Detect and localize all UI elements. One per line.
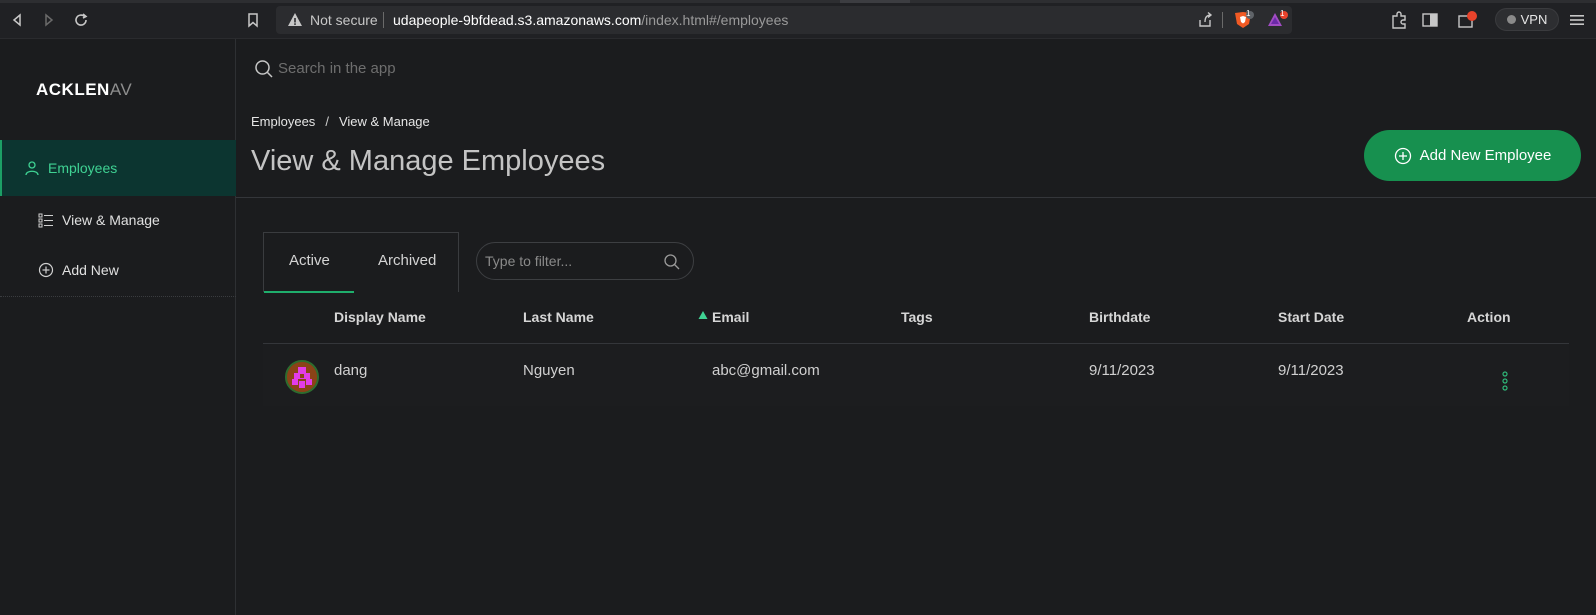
filter-input[interactable]: [485, 251, 655, 271]
menu-icon[interactable]: [1566, 9, 1588, 31]
sidebar-item-label: View & Manage: [62, 212, 160, 228]
add-new-employee-label: Add New Employee: [1419, 147, 1552, 164]
url-host: udapeople-9bfdead.s3.amazonaws.com: [393, 12, 642, 28]
bookmark-icon[interactable]: [242, 9, 264, 31]
sidebar-item-label: Add New: [62, 262, 119, 278]
reload-icon[interactable]: [70, 9, 92, 31]
column-header-tags[interactable]: Tags: [901, 309, 933, 325]
sort-ascending-icon[interactable]: [698, 310, 708, 320]
sidebar: ACKLENAV Employees View & Manage Add New: [0, 39, 236, 615]
browser-toolbar: Not secure udapeople-9bfdead.s3.amazonaw…: [0, 0, 1596, 39]
filter-box: [476, 242, 694, 280]
search-icon[interactable]: [663, 253, 681, 271]
logo[interactable]: ACKLENAV: [36, 80, 136, 100]
avatar: [285, 360, 319, 394]
sidebar-item-add-new[interactable]: Add New: [0, 253, 236, 287]
not-secure-label: Not secure: [310, 12, 378, 28]
column-header-start-date[interactable]: Start Date: [1278, 309, 1344, 325]
shields-count: 1: [1246, 9, 1251, 18]
logo-main: ACKLEN: [36, 80, 110, 99]
cell-display-name: dang: [334, 362, 368, 379]
vpn-status-icon: [1506, 15, 1516, 24]
extensions-icon[interactable]: [1388, 9, 1410, 31]
table-row[interactable]: dang Nguyen abc@gmail.com 9/11/2023 9/11…: [263, 344, 1569, 406]
url-separator: [383, 12, 384, 28]
cell-birthdate: 9/11/2023: [1089, 362, 1155, 379]
app-search-input[interactable]: [278, 54, 638, 82]
tab-archived[interactable]: Archived: [378, 252, 436, 269]
page-title: View & Manage Employees: [251, 145, 606, 177]
identicon-icon: [287, 362, 317, 392]
user-icon: [25, 161, 39, 176]
url-path: /index.html#/employees: [641, 12, 789, 28]
cell-start-date: 9/11/2023: [1278, 362, 1344, 379]
cell-email: abc@gmail.com: [712, 362, 820, 379]
search-icon: [255, 60, 273, 78]
breadcrumb-current: View & Manage: [338, 114, 430, 129]
cell-last-name: Nguyen: [523, 362, 575, 379]
column-header-action: Action: [1467, 309, 1511, 325]
plus-circle-icon: [38, 262, 54, 278]
status-tabs: Active Archived: [263, 232, 459, 293]
tab-strip[interactable]: [0, 0, 1596, 3]
list-icon: [38, 213, 53, 228]
column-header-birthdate[interactable]: Birthdate: [1089, 309, 1150, 325]
sidebar-item-view-manage[interactable]: View & Manage: [0, 203, 236, 237]
url-text[interactable]: udapeople-9bfdead.s3.amazonaws.com/index…: [393, 12, 788, 28]
active-tab-indicator: [264, 291, 354, 293]
brave-shields-icon[interactable]: [1232, 11, 1254, 29]
breadcrumb: Employees / View & Manage: [251, 114, 430, 129]
add-new-employee-button[interactable]: Add New Employee: [1364, 130, 1581, 181]
share-icon[interactable]: [1196, 11, 1214, 29]
vpn-button[interactable]: VPN: [1495, 8, 1559, 31]
logo-faded: AV: [109, 80, 133, 99]
url-separator-2: [1222, 12, 1223, 28]
back-icon[interactable]: [6, 9, 28, 31]
address-bar[interactable]: Not secure udapeople-9bfdead.s3.amazonaw…: [276, 6, 1292, 34]
brave-rewards-icon[interactable]: [1266, 11, 1288, 29]
sidebar-item-employees[interactable]: Employees: [0, 140, 236, 196]
forward-icon[interactable]: [38, 9, 60, 31]
column-header-email[interactable]: Email: [712, 309, 749, 325]
sidebar-toggle-icon[interactable]: [1419, 9, 1441, 31]
main-content: Employees / View & Manage View & Manage Em…: [236, 39, 1596, 615]
sidebar-divider: [0, 296, 236, 297]
vpn-label: VPN: [1520, 12, 1548, 27]
header-divider: [236, 197, 1596, 198]
wallet-icon[interactable]: [1456, 9, 1478, 31]
breadcrumb-employees[interactable]: Employees: [251, 114, 315, 129]
breadcrumb-separator: /: [325, 114, 329, 129]
column-header-last-name[interactable]: Last Name: [523, 309, 594, 325]
sidebar-item-label: Employees: [48, 160, 118, 176]
rewards-count: 1: [1280, 9, 1285, 18]
more-actions-icon[interactable]: [1499, 370, 1511, 392]
warning-icon[interactable]: [286, 11, 304, 29]
plus-circle-icon: [1394, 147, 1411, 164]
tab-active[interactable]: Active: [289, 252, 330, 269]
column-header-display-name[interactable]: Display Name: [334, 309, 426, 325]
